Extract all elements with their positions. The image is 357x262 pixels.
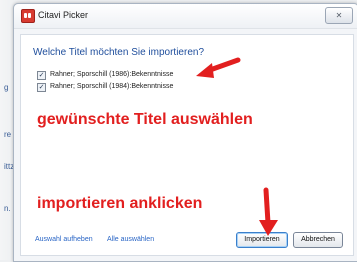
annotation-arrows <box>196 57 278 236</box>
arrow-to-titles <box>196 57 241 78</box>
arrow-to-import-button <box>259 187 278 236</box>
